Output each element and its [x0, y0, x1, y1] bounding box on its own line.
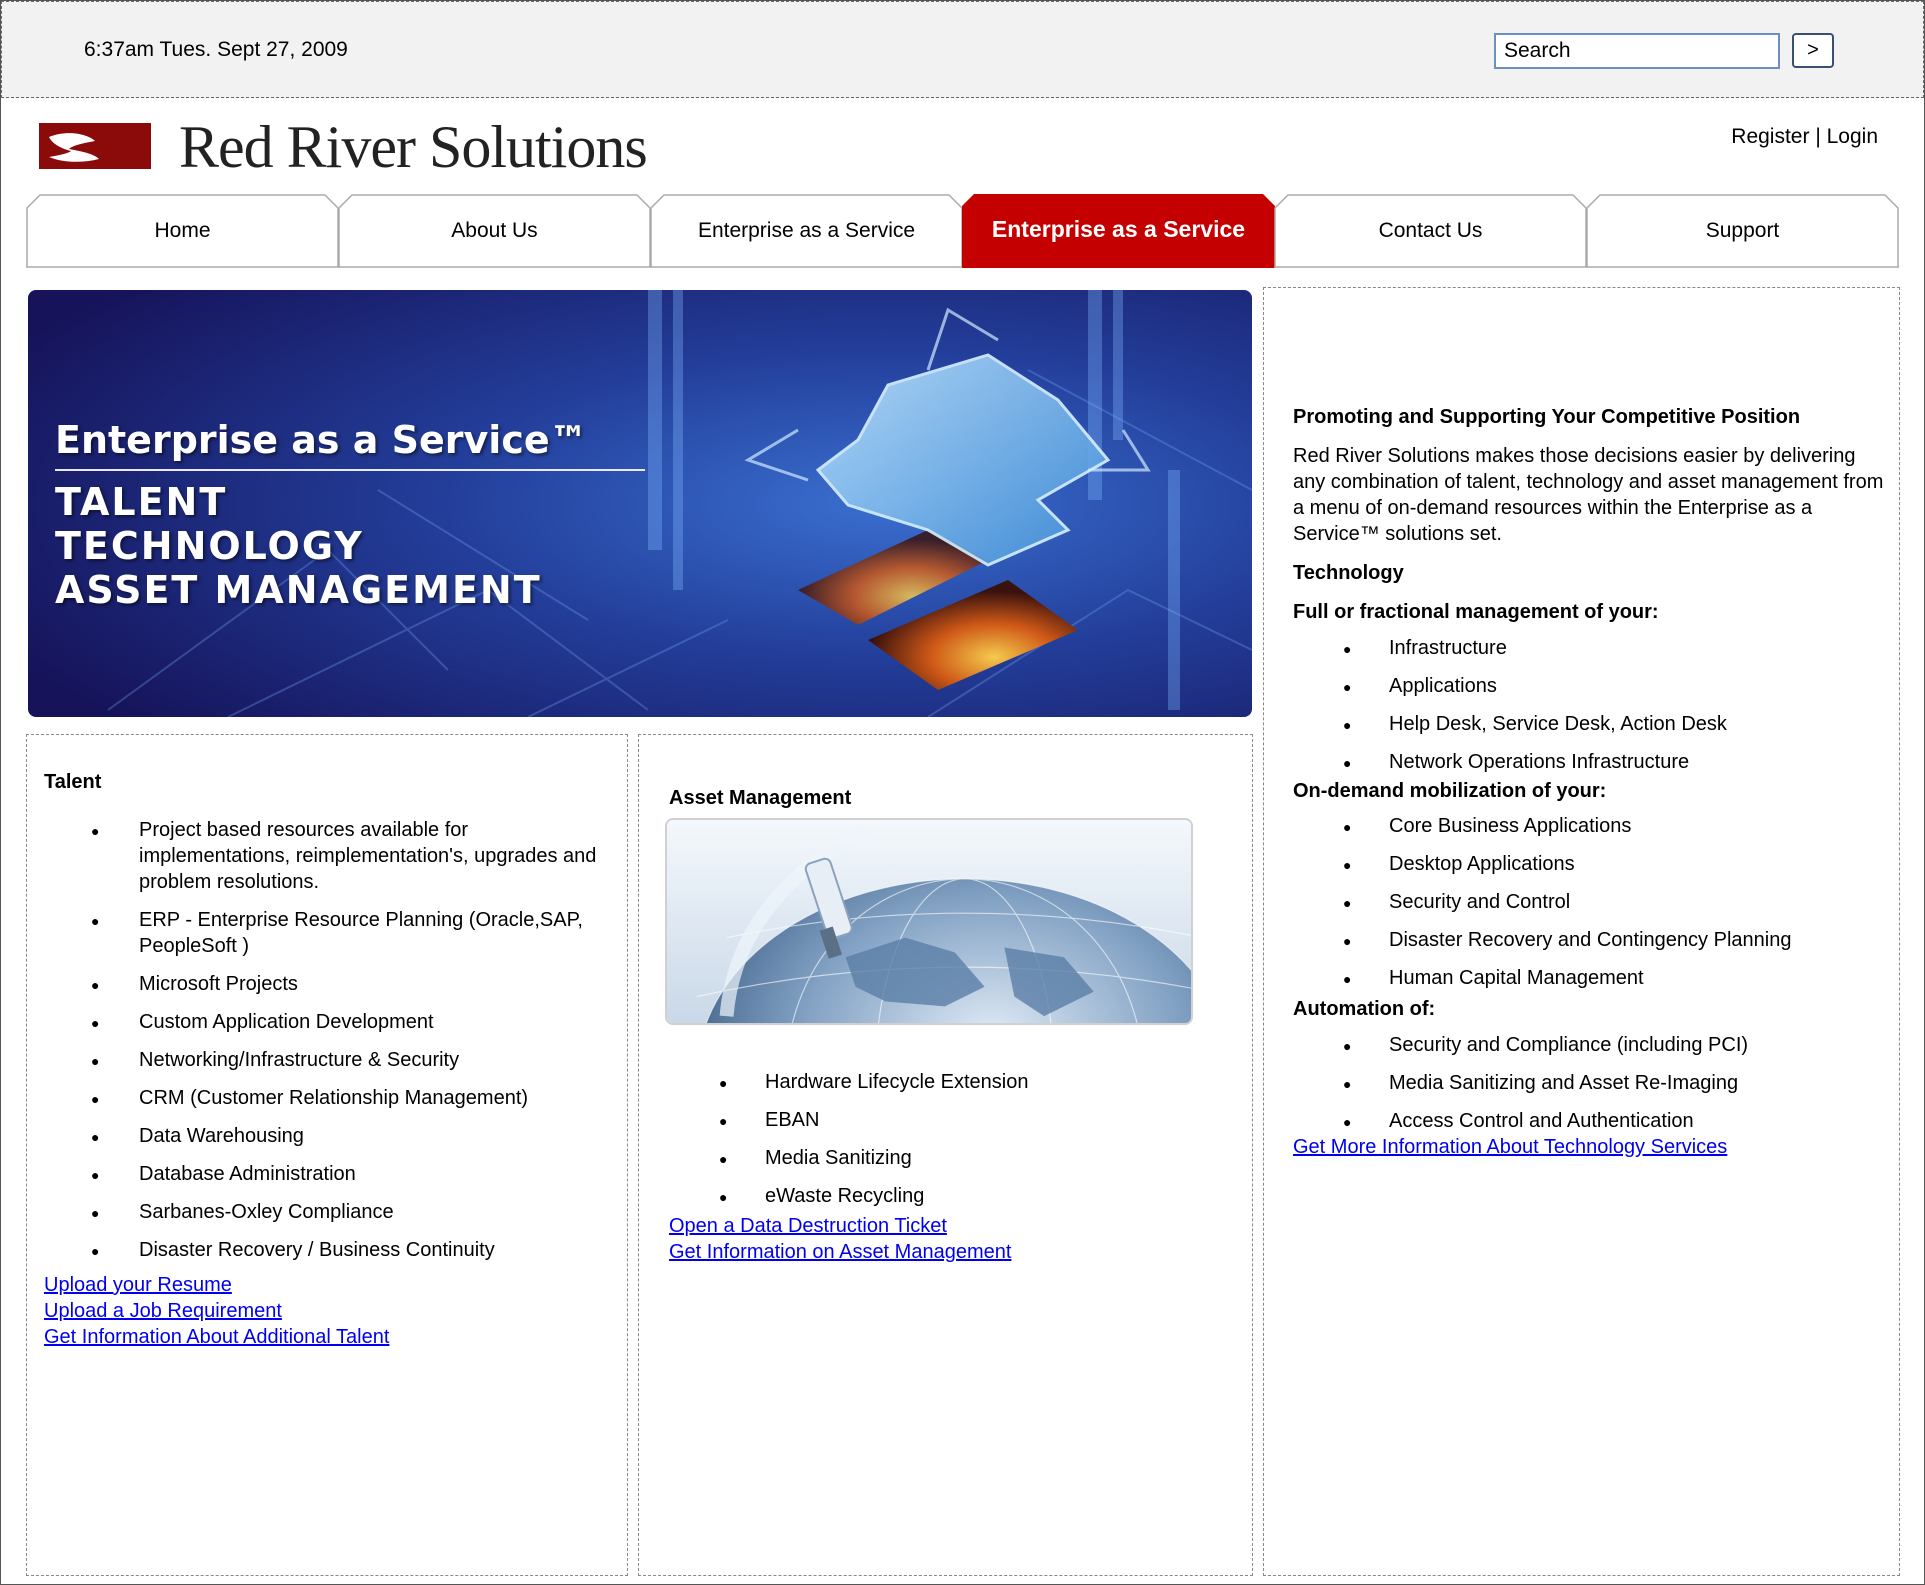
globe-image — [665, 818, 1193, 1025]
list-item: Help Desk, Service Desk, Action Desk — [1293, 711, 1893, 738]
tab-label: Contact Us — [1378, 219, 1483, 242]
logo-text: Red River Solutions — [179, 114, 648, 180]
talent-links: Upload your Resume Upload a Job Requirem… — [44, 1272, 389, 1350]
list-item: Microsoft Projects — [44, 971, 604, 998]
tab-label: Enterprise as a Service — [991, 216, 1246, 242]
main-nav: Home About Us Enterprise as a Service En… — [26, 194, 1900, 268]
list-item: Media Sanitizing — [669, 1145, 1229, 1172]
list-item: Core Business Applications — [1293, 813, 1893, 840]
globe-illustration — [667, 820, 1191, 1023]
red-river-logo-icon — [39, 123, 151, 169]
tab-enterprise-as-a-service-active[interactable]: Enterprise as a Service — [962, 194, 1275, 268]
technology-panel-heading: Promoting and Supporting Your Competitiv… — [1293, 406, 1801, 428]
list-item: Custom Application Development — [44, 1009, 604, 1036]
hero-line-asset-management: ASSET MANAGEMENT — [55, 568, 542, 612]
upload-resume-link[interactable]: Upload your Resume — [44, 1272, 389, 1298]
full-management-heading: Full or fractional management of your: — [1293, 601, 1659, 623]
list-item: Hardware Lifecycle Extension — [669, 1069, 1229, 1096]
hero-divider — [55, 469, 645, 471]
account-separator: | — [1809, 125, 1827, 148]
list-item: EBAN — [669, 1107, 1229, 1134]
hero-line-technology: TECHNOLOGY — [55, 524, 364, 568]
upload-job-requirement-link[interactable]: Upload a Job Requirement — [44, 1298, 389, 1324]
list-item: Database Administration — [44, 1161, 604, 1188]
hero-banner: Enterprise as a Service™ TALENT TECHNOLO… — [28, 290, 1252, 717]
register-link[interactable]: Register — [1731, 125, 1809, 148]
page: 6:37am Tues. Sept 27, 2009 > Red River S… — [0, 0, 1925, 1585]
list-item: Sarbanes-Oxley Compliance — [44, 1199, 604, 1226]
mobilization-heading: On-demand mobilization of your: — [1293, 780, 1607, 802]
hero-title: Enterprise as a Service™ — [55, 418, 588, 462]
full-management-list: Infrastructure Applications Help Desk, S… — [1293, 635, 1893, 787]
tab-label: Support — [1705, 219, 1780, 242]
list-item: ERP - Enterprise Resource Planning (Orac… — [44, 907, 604, 959]
list-item: Applications — [1293, 673, 1893, 700]
list-item: Project based resources available for im… — [44, 817, 604, 895]
talent-panel: Talent Project based resources available… — [26, 734, 628, 1576]
top-bar: 6:37am Tues. Sept 27, 2009 > — [1, 1, 1924, 98]
list-item: CRM (Customer Relationship Management) — [44, 1085, 604, 1112]
mobilization-list: Core Business Applications Desktop Appli… — [1293, 813, 1893, 1003]
asset-management-info-link[interactable]: Get Information on Asset Management — [669, 1239, 1011, 1265]
hero-line-talent: TALENT — [55, 480, 228, 524]
list-item: Security and Control — [1293, 889, 1893, 916]
list-item: Disaster Recovery and Contingency Planni… — [1293, 927, 1893, 954]
list-item: Infrastructure — [1293, 635, 1893, 662]
data-destruction-ticket-link[interactable]: Open a Data Destruction Ticket — [669, 1213, 1011, 1239]
technology-panel: Promoting and Supporting Your Competitiv… — [1263, 287, 1900, 1576]
list-item: Networking/Infrastructure & Security — [44, 1047, 604, 1074]
list-item: Security and Compliance (including PCI) — [1293, 1032, 1893, 1059]
technology-intro: Red River Solutions makes those decision… — [1293, 445, 1884, 545]
technology-services-info-link[interactable]: Get More Information About Technology Se… — [1293, 1136, 1727, 1159]
list-item: Human Capital Management — [1293, 965, 1893, 992]
automation-heading: Automation of: — [1293, 998, 1436, 1020]
list-item: eWaste Recycling — [669, 1183, 1229, 1210]
list-item: Access Control and Authentication — [1293, 1108, 1893, 1135]
list-item: Data Warehousing — [44, 1123, 604, 1150]
account-links: Register | Login — [1731, 125, 1878, 149]
automation-list: Security and Compliance (including PCI) … — [1293, 1032, 1893, 1146]
tab-label: About Us — [451, 219, 538, 242]
tab-support[interactable]: Support — [1586, 194, 1899, 268]
search-button[interactable]: > — [1792, 33, 1834, 68]
asset-management-list: Hardware Lifecycle Extension EBAN Media … — [669, 1069, 1229, 1221]
login-link[interactable]: Login — [1827, 125, 1878, 148]
talent-heading: Talent — [44, 771, 102, 793]
list-item: Desktop Applications — [1293, 851, 1893, 878]
asset-management-heading: Asset Management — [669, 787, 852, 809]
asset-management-links: Open a Data Destruction Ticket Get Infor… — [669, 1213, 1011, 1265]
list-item: Network Operations Infrastructure — [1293, 749, 1893, 776]
talent-list: Project based resources available for im… — [44, 817, 604, 1275]
search-input[interactable] — [1494, 33, 1780, 69]
tab-label: Enterprise as a Service — [697, 219, 916, 242]
tab-label: Home — [154, 219, 211, 242]
datetime-text: 6:37am Tues. Sept 27, 2009 — [84, 38, 348, 61]
tab-home[interactable]: Home — [26, 194, 339, 268]
list-item: Media Sanitizing and Asset Re-Imaging — [1293, 1070, 1893, 1097]
technology-subheading: Technology — [1293, 562, 1404, 584]
additional-talent-info-link[interactable]: Get Information About Additional Talent — [44, 1324, 389, 1350]
tab-about-us[interactable]: About Us — [338, 194, 651, 268]
list-item: Disaster Recovery / Business Continuity — [44, 1237, 604, 1264]
tab-contact-us[interactable]: Contact Us — [1274, 194, 1587, 268]
tab-enterprise-as-a-service[interactable]: Enterprise as a Service — [650, 194, 963, 268]
asset-management-panel: Asset Management ● Hardware Lifecycle Ex… — [638, 734, 1253, 1576]
